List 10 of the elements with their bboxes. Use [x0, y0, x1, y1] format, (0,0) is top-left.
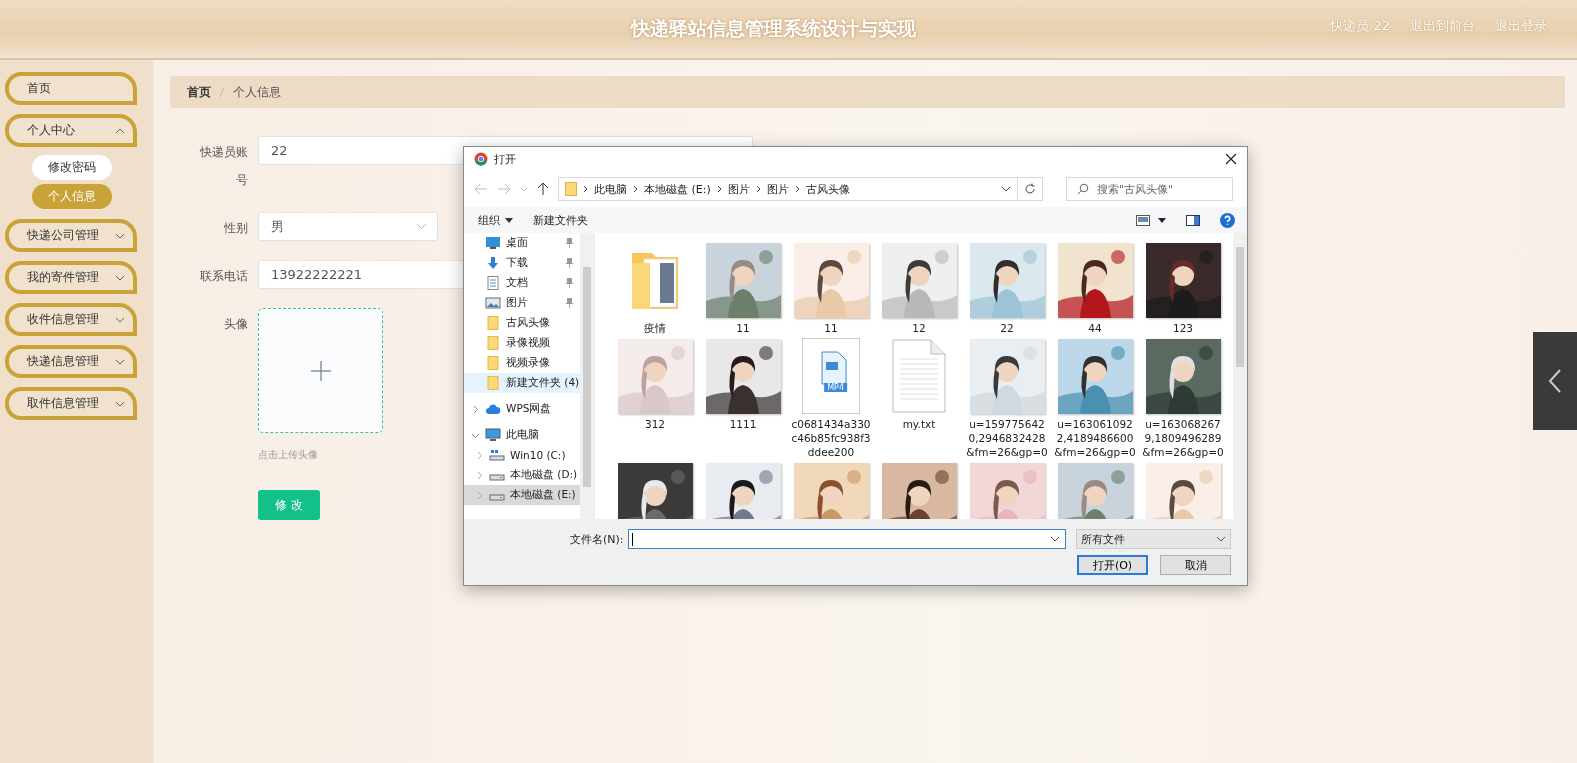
user-name: 快递员 22	[1330, 17, 1390, 35]
field-label: 性别	[223, 220, 248, 237]
file-type-label: MP4	[824, 383, 847, 392]
field-label: 快递员账号	[199, 144, 248, 189]
upload-hint: 点击上传头像	[258, 448, 319, 462]
field-label: 头像	[223, 316, 248, 333]
dialog-title: 打开	[494, 151, 516, 167]
filename-label: 文件名(N):	[570, 531, 624, 547]
site-title: 快递驿站信息管理系统设计与实现	[631, 16, 916, 41]
field-label: 联系电话	[199, 268, 248, 285]
